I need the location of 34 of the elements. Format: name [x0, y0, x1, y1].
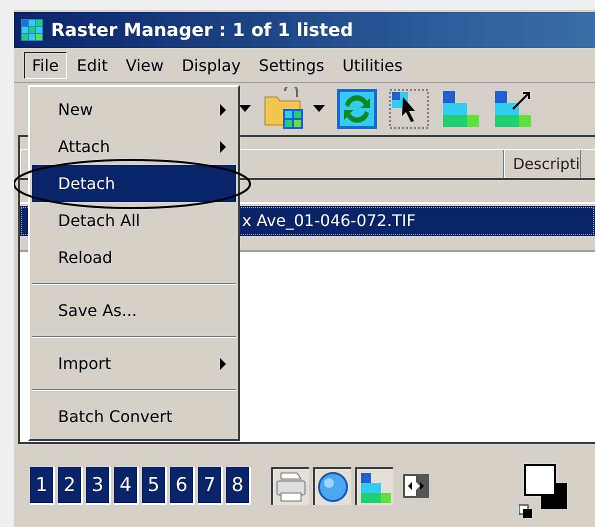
select-pointer-icon[interactable] [389, 89, 429, 129]
raster-grid-icon[interactable] [441, 89, 481, 129]
menu-item[interactable]: Utilities [334, 52, 411, 78]
menu-item[interactable]: View [118, 52, 172, 78]
window-title: Raster Manager : 1 of 1 listed [51, 20, 354, 40]
menu-item[interactable]: Import [32, 345, 236, 382]
menu-item[interactable]: Edit [68, 52, 116, 78]
menu-item[interactable]: Display [174, 52, 249, 78]
view-button[interactable]: 7 [198, 466, 223, 504]
menu-item[interactable]: Attach [32, 128, 236, 165]
menu-item[interactable]: Settings [250, 52, 332, 78]
caret-icon[interactable] [313, 105, 325, 113]
view-button[interactable]: 5 [142, 466, 167, 504]
menu-item[interactable]: Detach [32, 165, 236, 202]
menu-item[interactable]: Save As... [32, 292, 236, 329]
view-button[interactable]: 4 [114, 466, 139, 504]
view-button[interactable]: 6 [170, 466, 195, 504]
swap-arrows-icon[interactable] [337, 89, 377, 129]
menu-item[interactable]: File [24, 52, 67, 78]
view-button[interactable]: 1 [30, 466, 55, 504]
view-button[interactable]: 2 [58, 466, 83, 504]
globe-icon[interactable] [313, 466, 351, 504]
raster-resize-icon[interactable] [493, 89, 533, 129]
column-header[interactable]: Descripti [504, 150, 581, 178]
view-button[interactable]: 3 [86, 466, 111, 504]
menu-item[interactable]: New [32, 91, 236, 128]
grid-icon [21, 19, 43, 41]
raster-grid-icon[interactable] [355, 466, 393, 504]
menu-item[interactable]: Reload [32, 239, 236, 276]
caret-icon[interactable] [239, 105, 251, 113]
view-button[interactable]: 8 [226, 466, 251, 504]
swap-icon[interactable] [403, 474, 429, 498]
menu-item[interactable]: Batch Convert [32, 398, 236, 435]
printer-icon[interactable] [271, 466, 309, 504]
